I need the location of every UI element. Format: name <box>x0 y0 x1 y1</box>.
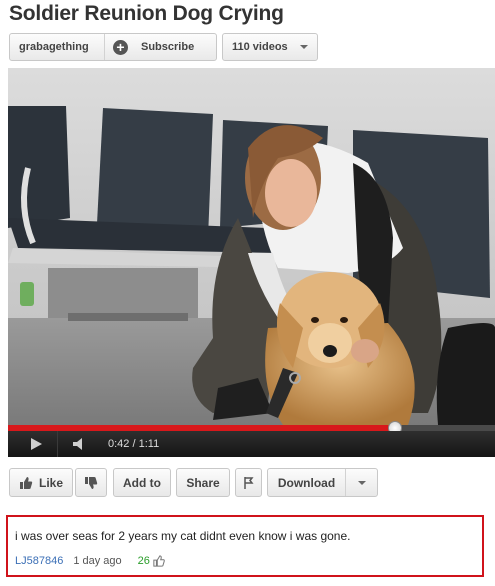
comment-highlight-box: i was over seas for 2 years my cat didnt… <box>6 515 484 577</box>
subscribe-button[interactable]: + Subscribe <box>104 34 216 60</box>
plus-icon: + <box>113 39 128 55</box>
comment-author-link[interactable]: LJ587846 <box>15 555 63 567</box>
chevron-down-icon <box>357 480 366 485</box>
play-icon <box>30 438 42 450</box>
like-label: Like <box>38 475 63 490</box>
comment-text: i was over seas for 2 years my cat didnt… <box>15 529 351 543</box>
thumbs-up-icon[interactable] <box>153 555 165 567</box>
share-button[interactable]: Share <box>176 468 230 497</box>
dislike-button[interactable] <box>75 468 107 497</box>
videos-dropdown-button[interactable]: 110 videos <box>222 33 318 61</box>
add-to-label: Add to <box>123 475 161 490</box>
thumbs-up-icon <box>19 476 33 489</box>
channel-name-button[interactable]: grabagething <box>10 34 104 60</box>
volume-icon <box>73 438 82 450</box>
subscribe-label: Subscribe <box>141 41 195 53</box>
flag-icon <box>243 476 254 489</box>
video-title: Soldier Reunion Dog Crying <box>9 2 284 25</box>
volume-button[interactable] <box>60 431 100 457</box>
thumbs-down-icon <box>85 476 98 489</box>
download-button-group: Download <box>267 468 378 497</box>
current-time: 0:42 <box>108 438 130 450</box>
play-button[interactable] <box>14 431 58 457</box>
black-bag <box>436 323 495 425</box>
like-button[interactable]: Like <box>9 468 73 497</box>
download-label: Download <box>277 475 336 490</box>
comment-meta: LJ587846 1 day ago 26 <box>15 555 165 567</box>
flag-button[interactable] <box>235 468 262 497</box>
time-display: 0:42 / 1:11 <box>108 431 159 457</box>
download-button[interactable]: Download <box>268 469 346 496</box>
comment-vote-count: 26 <box>137 555 150 567</box>
duration: 1:11 <box>138 438 160 450</box>
chevron-down-icon <box>300 45 308 49</box>
comment-age: 1 day ago <box>73 555 122 567</box>
hand <box>351 339 379 363</box>
video-frame <box>8 68 495 425</box>
player-controls: 0:42 / 1:11 <box>8 431 495 457</box>
channel-name: grabagething <box>19 41 89 53</box>
time-separator: / <box>129 438 139 450</box>
share-label: Share <box>186 475 220 490</box>
channel-subscribe-group: grabagething + Subscribe <box>9 33 217 61</box>
video-player[interactable]: 0:42 / 1:11 <box>8 68 495 457</box>
videos-count-label: 110 videos <box>232 41 288 53</box>
soda-can <box>20 282 34 306</box>
add-to-button[interactable]: Add to <box>113 468 171 497</box>
download-menu-button[interactable] <box>346 469 377 496</box>
